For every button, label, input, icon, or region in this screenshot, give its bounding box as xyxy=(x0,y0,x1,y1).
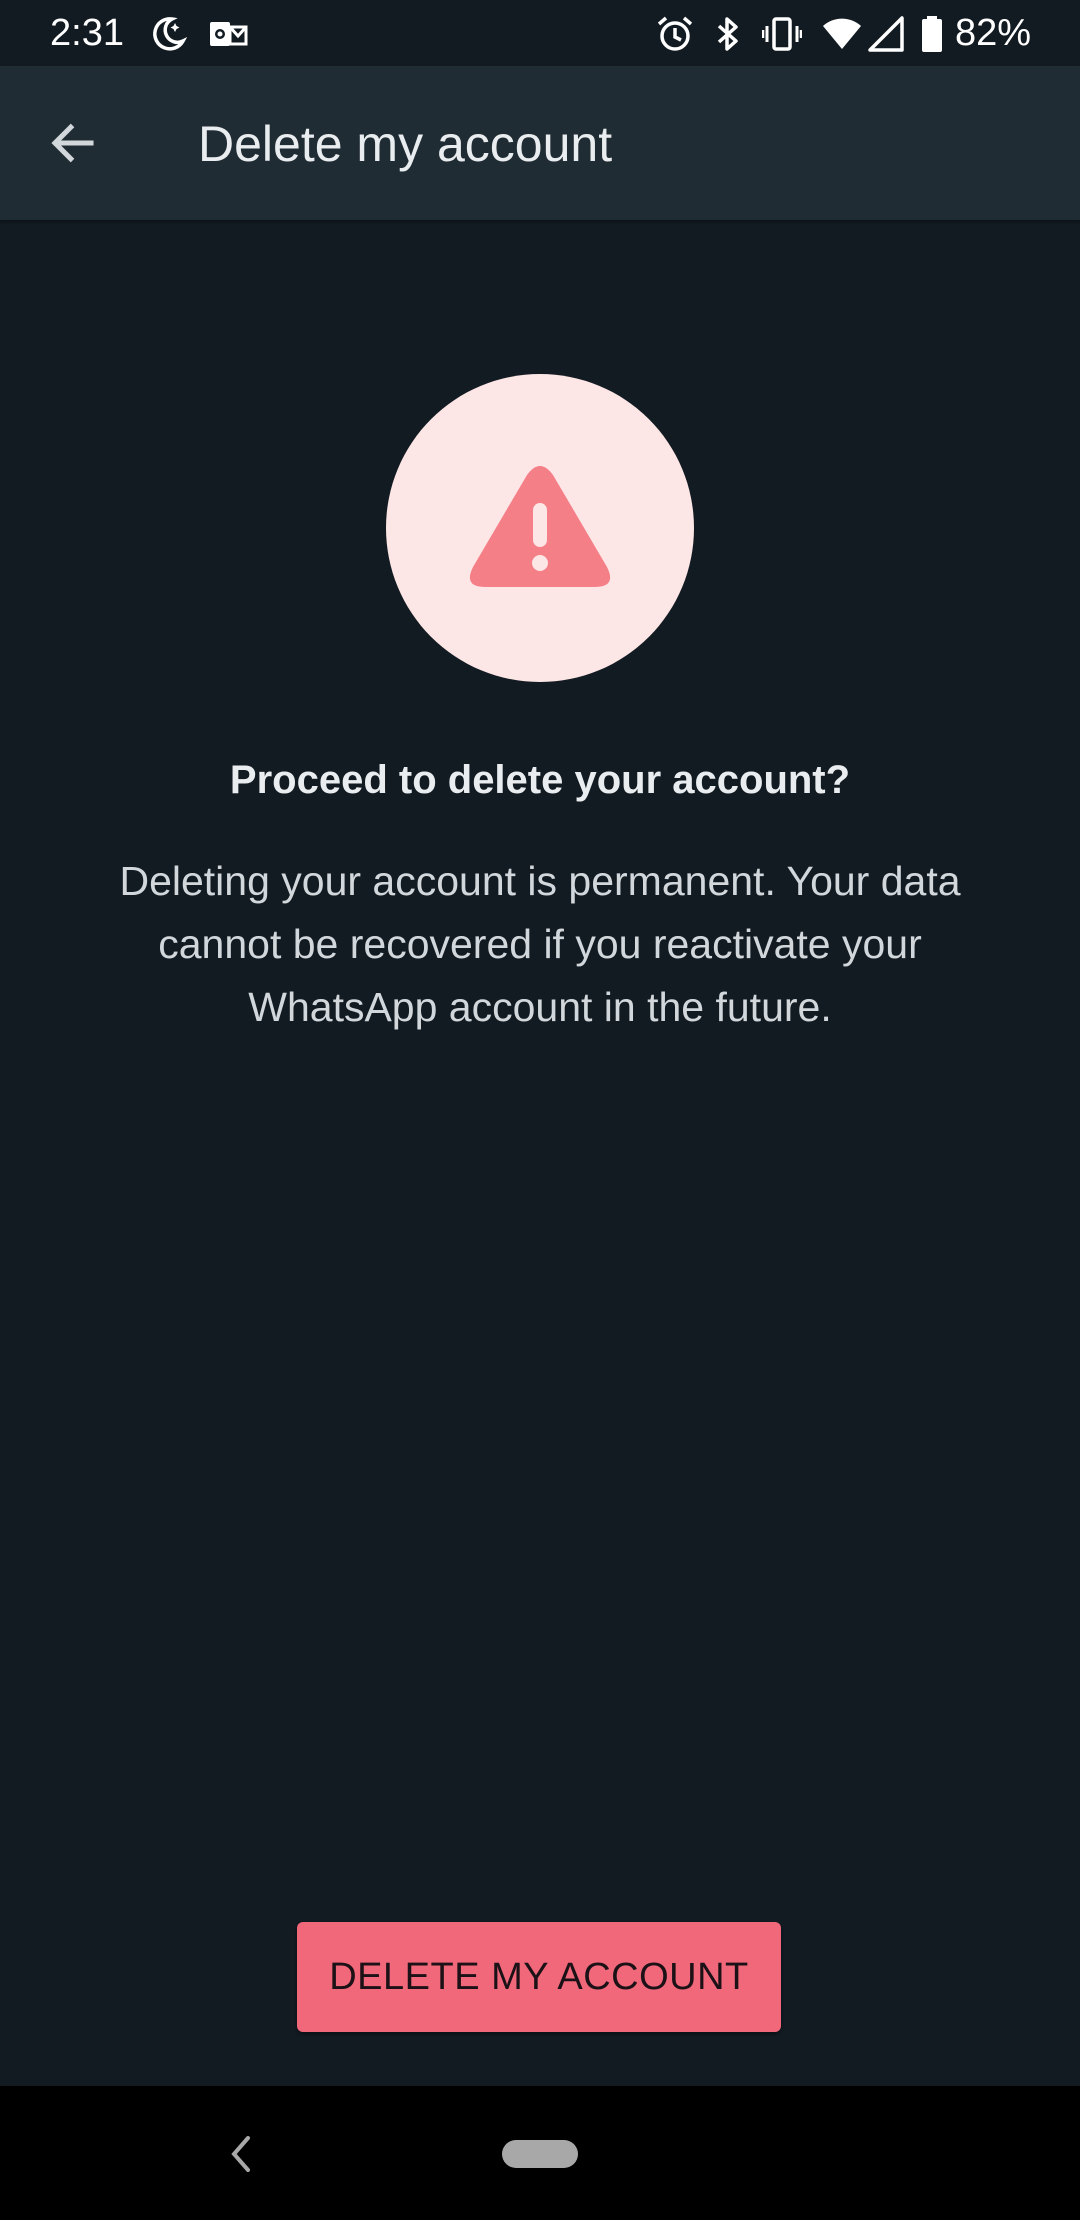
prompt-body: Deleting your account is permanent. Your… xyxy=(119,858,961,1030)
battery-percent: 82% xyxy=(955,12,1032,54)
app-bar: Delete my account xyxy=(0,66,1080,220)
warning-triangle-icon xyxy=(469,466,611,587)
status-time: 2:31 xyxy=(50,12,124,54)
nav-back-chevron-icon[interactable] xyxy=(218,2126,262,2182)
do-not-disturb-moon-icon xyxy=(153,17,188,51)
prompt-title: Proceed to delete your account? xyxy=(229,758,851,802)
page-title: Delete my account xyxy=(198,116,613,172)
home-pill-icon[interactable] xyxy=(502,2140,578,2168)
delete-account-button[interactable]: DELETE MY ACCOUNT xyxy=(297,1922,781,2032)
alarm-icon xyxy=(657,16,693,51)
bluetooth-icon xyxy=(717,17,738,51)
vibrate-icon xyxy=(762,17,802,51)
arrow-left-icon xyxy=(51,123,94,163)
delete-account-button-label: DELETE MY ACCOUNT xyxy=(329,1955,749,1998)
back-button[interactable] xyxy=(36,106,110,180)
battery-icon xyxy=(922,16,942,52)
warning-illustration xyxy=(386,374,694,682)
screen: 2:31 82% Delete my account Proceed to de… xyxy=(0,0,1080,2220)
outlook-icon xyxy=(210,22,248,46)
wifi-icon xyxy=(823,18,861,49)
system-nav-bar xyxy=(0,2086,1080,2220)
status-bar: 2:31 82% xyxy=(0,0,1080,66)
signal-icon xyxy=(868,16,904,52)
